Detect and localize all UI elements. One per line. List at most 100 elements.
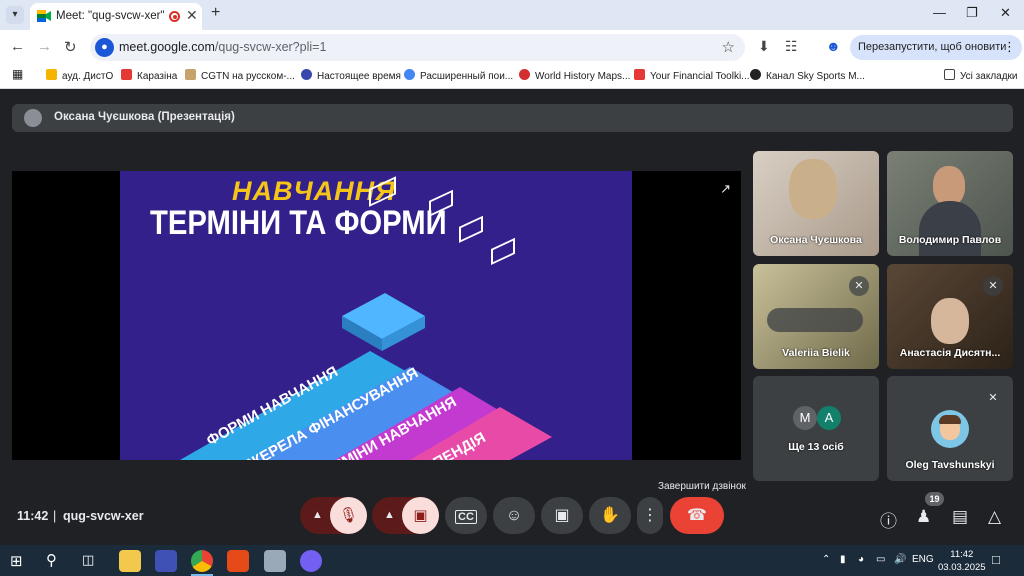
participant-video (789, 159, 837, 219)
address-bar[interactable]: ● meet.google.com/qug-svcw-xer?pli=1 ☆ (90, 34, 745, 61)
task-view-icon[interactable]: ◫ (82, 552, 94, 568)
participant-tile[interactable]: ✕ Oleg Tavshunskyi (887, 376, 1013, 481)
reload-button[interactable]: ↻ (64, 38, 77, 56)
presenter-bar: Оксана Чуєшкова (Презентація) (12, 104, 1013, 132)
viber-icon[interactable] (300, 550, 322, 572)
search-icon[interactable]: ⚲ (46, 551, 57, 569)
file-explorer-icon[interactable] (119, 550, 141, 572)
bookmark-item[interactable]: ауд. ДистО (46, 69, 113, 82)
site-info-icon[interactable]: ● (95, 38, 114, 57)
save-app-icon[interactable] (155, 550, 177, 572)
bookmark-item[interactable]: CGTN на русском-... (185, 69, 295, 82)
meeting-info-button[interactable]: ⓘ (880, 507, 897, 532)
bookmark-item[interactable]: Канал Sky Sports M... (750, 69, 865, 82)
presenter-name: Оксана Чуєшкова (Презентація) (54, 111, 235, 123)
restore-button[interactable]: ❐ (966, 5, 978, 21)
update-button[interactable]: Перезапустити, щоб оновити дані ⋮ (850, 35, 1022, 60)
present-button[interactable]: ▣ (541, 497, 583, 534)
extensions-icon[interactable]: ☷ (785, 38, 798, 55)
participant-name: Ще 13 осіб (788, 441, 844, 453)
all-bookmarks[interactable]: Усі закладки (944, 69, 1018, 82)
bookmarks-bar: ▦ ауд. ДистО Каразіна CGTN на русском-..… (0, 64, 1024, 89)
captions-button[interactable]: CC (445, 497, 487, 534)
browser-tab-meet[interactable]: Meet: "qug-svcw-xer" ✕ (30, 3, 202, 30)
apps-grid-icon[interactable]: ▦ (12, 67, 23, 81)
bookmark-item[interactable]: Настоящее время (301, 69, 401, 82)
hand-icon: ✋ (600, 507, 620, 524)
kebab-menu-icon: ⋮ (1003, 39, 1016, 54)
mic-toggle-button[interactable]: 🎙 (330, 497, 367, 534)
participant-name: Oleg Tavshunskyi (905, 459, 995, 471)
volume-icon[interactable]: 🔊 (894, 554, 906, 565)
pin-icon[interactable]: ⬇ (758, 38, 770, 55)
windows-start-icon[interactable]: ⊞ (10, 552, 23, 570)
camera-toggle-button[interactable]: ▣ (402, 497, 439, 534)
battery-icon[interactable]: ▭ (876, 554, 885, 565)
bookmark-item[interactable]: Your Financial Toolki... (634, 69, 750, 82)
reactions-button[interactable]: ☺ (493, 497, 535, 534)
bookmark-favicon-icon (519, 69, 530, 80)
avatar: A (817, 406, 841, 430)
bookmark-favicon-icon (404, 69, 415, 80)
participant-name: Оксана Чуєшкова (770, 234, 862, 246)
participant-video (919, 201, 981, 256)
folder-icon (944, 69, 955, 80)
chevron-down-icon: ▾ (12, 9, 18, 20)
chat-button[interactable]: ▤ (952, 507, 968, 527)
info-icon: ⓘ (880, 512, 897, 531)
back-button[interactable]: ← (10, 38, 25, 55)
participant-tile[interactable]: ✕ Valeriia Bielik (753, 264, 879, 369)
video-options-button[interactable]: ▲ (384, 497, 395, 534)
tray-app-icon[interactable]: ▮ (840, 554, 846, 565)
system-clock[interactable]: 11:42 03.03.2025 (938, 548, 986, 574)
window-close-button[interactable]: ✕ (1000, 5, 1011, 21)
bookmark-item[interactable]: World History Maps... (519, 69, 630, 82)
participant-tile[interactable]: M A Ще 13 осіб (753, 376, 879, 481)
bookmark-favicon-icon (634, 69, 645, 80)
presentation-stage[interactable]: НАВЧАННЯ ТЕРМІНИ ТА ФОРМИ ФОРМИ НАВЧАННЯ… (12, 171, 741, 460)
activities-icon: △ (988, 507, 1002, 526)
tile-hover-controls (767, 308, 863, 332)
bookmark-item[interactable]: Расширенный пои... (404, 69, 513, 82)
bookmark-favicon-icon (301, 69, 312, 80)
new-tab-button[interactable]: + (211, 4, 220, 22)
mic-off-icon: ✕ (983, 388, 1003, 408)
participant-tile[interactable]: Володимир Павлов (887, 151, 1013, 256)
participant-tile[interactable]: ✕ Анастасія Дисятн... (887, 264, 1013, 369)
bookmark-favicon-icon (121, 69, 132, 80)
tab-title: Meet: "qug-svcw-xer" (56, 10, 165, 22)
end-call-button[interactable]: ☎ (670, 497, 724, 534)
expand-icon[interactable]: ↗ (720, 181, 731, 197)
present-screen-icon: ▣ (554, 507, 570, 524)
tray-expand-icon[interactable]: ⌃ (822, 554, 830, 565)
mic-off-icon: 🎙 (338, 507, 359, 524)
network-icon[interactable]: ◕ (858, 554, 864, 565)
meeting-code: qug-svcw-xer (63, 509, 144, 523)
participant-tile[interactable]: Оксана Чуєшкова (753, 151, 879, 256)
raise-hand-button[interactable]: ✋ (589, 497, 631, 534)
people-button[interactable]: ♟ (916, 507, 931, 527)
wps-office-icon[interactable] (227, 550, 249, 572)
slide-isometric-graphic: ФОРМИ НАВЧАННЯ ДЖЕРЕЛА ФІНАНСУВАННЯ ТЕРМ… (180, 176, 552, 460)
screenshot-tool-icon[interactable] (264, 550, 286, 572)
participant-video (931, 298, 969, 344)
tab-search-button[interactable]: ▾ (6, 6, 24, 24)
camera-control-group: ▲ ▣ (372, 497, 439, 534)
browser-tab-strip: ▾ Meet: "qug-svcw-xer" ✕ + — ❐ ✕ (0, 0, 1024, 30)
bookmark-item[interactable]: Каразіна (121, 69, 177, 82)
profile-icon[interactable]: ☻ (826, 38, 841, 54)
forward-button[interactable]: → (37, 38, 52, 55)
mic-off-icon: ✕ (849, 276, 869, 296)
tab-close-button[interactable]: ✕ (186, 7, 198, 24)
notification-icon[interactable]: □ (992, 552, 1000, 567)
activities-button[interactable]: △ (988, 507, 1001, 527)
more-options-button[interactable]: ⋮ (637, 497, 663, 534)
people-count-badge: 19 (925, 492, 944, 506)
chrome-icon[interactable] (191, 550, 213, 572)
minimize-button[interactable]: — (933, 5, 946, 20)
keyboard-language[interactable]: ENG (912, 554, 934, 565)
url-text: meet.google.com/qug-svcw-xer?pli=1 (119, 40, 327, 54)
audio-options-button[interactable]: ▲ (312, 497, 323, 534)
avatar (931, 410, 969, 448)
bookmark-star-icon[interactable]: ☆ (722, 38, 735, 56)
